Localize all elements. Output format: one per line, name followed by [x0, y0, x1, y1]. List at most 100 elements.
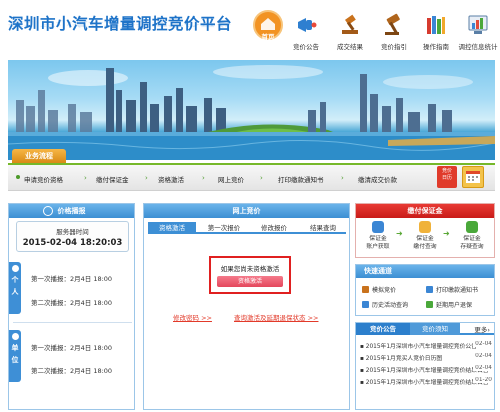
- step-online-bidding[interactable]: 网上竞价: [218, 174, 244, 184]
- clock-icon: [43, 206, 53, 216]
- nav-statistics-label: 调控信息统计: [458, 43, 498, 51]
- news-title: 2015年1月深圳市小汽车增量调控竞价公告: [365, 344, 477, 350]
- quick-deferred-refund[interactable]: 延期用户退保: [436, 300, 472, 309]
- nav-operation-guide[interactable]: 操作指南: [414, 12, 458, 56]
- news-title: 2015年1月竞买人竞价日历图: [365, 356, 443, 362]
- deposit-payment-query[interactable]: 保证金 缴付查询: [407, 221, 443, 251]
- step-apply-qualification[interactable]: 申请竞价资格: [24, 174, 63, 184]
- news-date: 02-04: [473, 353, 492, 359]
- quick-access-panel: 快速通道 模拟竞价 打印缴款通知书 历史活动查询 延期用户退保: [355, 264, 495, 316]
- news-title: 2015年1月深圳市小汽车增量调控竞价结果公告: [365, 368, 489, 374]
- activate-qualification-button[interactable]: 资格激活: [217, 276, 283, 287]
- calendar-label-2: 日历: [441, 175, 452, 181]
- nav-bid-announcement[interactable]: 竞价公告: [284, 12, 328, 56]
- step-pay-deposit[interactable]: 缴付保证金: [96, 174, 129, 184]
- step-activate-qualification[interactable]: 资格激活: [158, 174, 184, 184]
- unit-tab-dot-icon: [11, 333, 19, 340]
- nav-statistics[interactable]: 调控信息统计: [456, 12, 500, 56]
- news-item[interactable]: ▪ 2015年1月深圳市小汽车增量调控竞价公告 02-04: [360, 341, 492, 351]
- price-report-panel: 价格播报 服务器时间 2015-02-04 18:20:03 个人 第一次播报：…: [8, 203, 135, 410]
- step-arrow-icon: ›: [341, 174, 344, 182]
- news-title: 2015年1月深圳市小汽车增量调控竞价结果公告: [365, 380, 489, 386]
- gavel-icon: [381, 12, 407, 38]
- megaphone-icon: [293, 12, 319, 38]
- step-arrow-icon: ›: [260, 174, 263, 182]
- personal-tab[interactable]: 个人: [9, 262, 21, 314]
- step-arrow-icon: ›: [202, 174, 205, 182]
- nav-deal-results-label: 成交结果: [337, 43, 363, 51]
- news-date: 01-20: [473, 377, 492, 383]
- deposit-item-line1: 保证金: [463, 236, 481, 242]
- arrow-right-icon: ➜: [396, 229, 403, 238]
- gavel-hammer-icon: [337, 12, 363, 38]
- deposit-item-line1: 保证金: [369, 236, 387, 242]
- quick-history-query[interactable]: 历史活动查询: [372, 300, 408, 309]
- step-print-payment-notice[interactable]: 打印缴款通知书: [278, 174, 324, 184]
- step-bullet-icon: [16, 175, 20, 179]
- divider: [13, 322, 132, 323]
- server-time-value: 2015-02-04 18:20:03: [22, 238, 123, 248]
- business-flow-tab: 业务流程: [12, 149, 66, 163]
- deposit-item-line2: 存疑查询: [460, 244, 484, 250]
- news-date: 02-04: [473, 341, 492, 347]
- refund-icon: [426, 301, 433, 308]
- site-header: 深圳市小汽车增量调控竞价平台 深圳市小汽车增量调控竞价平台 首页 竞价公告 成交…: [0, 0, 500, 58]
- announcement-tabs: 竞价公告 竞价须知 更多›: [356, 323, 494, 335]
- business-process-bar: 申请竞价资格 › 缴付保证金 › 资格激活 › 网上竞价 › 打印缴款通知书 ›…: [8, 163, 495, 191]
- change-password-link[interactable]: 修改密码 >>: [173, 312, 212, 322]
- more-link[interactable]: 更多›: [474, 324, 490, 334]
- calendar-grid-icon[interactable]: [462, 166, 484, 188]
- tab-result-query[interactable]: 结果查询: [300, 222, 346, 234]
- history-icon: [362, 301, 369, 308]
- query-icon: [466, 221, 478, 233]
- account-icon: [372, 221, 384, 233]
- deposit-item-line2: 缴付查询: [413, 244, 437, 250]
- calendar-label-1: 竞价: [441, 168, 452, 174]
- nav-deal-results[interactable]: 成交结果: [328, 12, 372, 56]
- activation-status-query-link[interactable]: 查询激活及延期退保状态 >>: [234, 312, 318, 322]
- more-label: 更多: [474, 326, 488, 334]
- nav-bid-announcement-label: 竞价公告: [293, 43, 319, 51]
- books-icon: [423, 12, 449, 38]
- step-arrow-icon: ›: [145, 174, 148, 182]
- payment-icon: [419, 221, 431, 233]
- bidding-tabs: 资格激活 第一次报价 修改报价 结果查询: [148, 222, 346, 234]
- tab-activate-qualification[interactable]: 资格激活: [148, 222, 196, 234]
- tab-modify-bid[interactable]: 修改报价: [252, 222, 296, 234]
- activation-notice-text: 如果您尚未资格激活: [220, 265, 280, 273]
- news-item[interactable]: ▪ 2015年1月竞买人竞价日历图 02-04: [360, 353, 492, 363]
- server-time-label: 服务器时间: [56, 228, 89, 236]
- deposit-account-get[interactable]: 保证金 账户获取: [360, 221, 396, 251]
- nav-bid-guide[interactable]: 竞价指引: [372, 12, 416, 56]
- news-date: 02-04: [473, 365, 492, 371]
- news-item[interactable]: ▪ 2015年1月深圳市小汽车增量调控竞价结果公告 01-20: [360, 377, 492, 387]
- city-skyline-banner: [8, 60, 495, 160]
- deposit-item-line2: 账户获取: [366, 244, 390, 250]
- quick-access-title: 快速通道: [356, 265, 494, 278]
- unit-tab[interactable]: 单位: [9, 330, 21, 382]
- print-icon: [426, 286, 433, 293]
- news-item[interactable]: ▪ 2015年1月深圳市小汽车增量调控竞价结果公告 02-04: [360, 365, 492, 375]
- bid-calendar-icon[interactable]: 竞价 日历: [437, 166, 457, 188]
- price-report-title: 价格播报: [57, 207, 86, 215]
- site-title-reflection: 深圳市小汽车增量调控竞价平台: [8, 19, 233, 28]
- deposit-doubt-query[interactable]: 保证金 存疑查询: [454, 221, 490, 251]
- tab-first-bid[interactable]: 第一次报价: [200, 222, 248, 234]
- quick-print-notice[interactable]: 打印缴款通知书: [436, 285, 478, 294]
- bar-chart-icon: [465, 12, 491, 38]
- personal-tab-dot-icon: [11, 265, 19, 272]
- server-time-box: 服务器时间 2015-02-04 18:20:03: [16, 221, 129, 252]
- announcement-panel: 竞价公告 竞价须知 更多› ▪ 2015年1月深圳市小汽车增量调控竞价公告 02…: [355, 322, 495, 410]
- unit-report-second: 第二次播报：2月4日 18:00: [31, 367, 113, 375]
- step-pay-transaction[interactable]: 缴清成交价款: [358, 174, 397, 184]
- tab-bid-notice[interactable]: 竞价须知: [410, 323, 460, 335]
- nav-bid-guide-label: 竞价指引: [381, 43, 407, 51]
- tab-bid-announcement[interactable]: 竞价公告: [356, 323, 410, 335]
- deposit-title: 缴付保证金: [356, 204, 494, 218]
- personal-report-first: 第一次播报：2月4日 18:00: [31, 275, 113, 283]
- unit-report-first: 第一次播报：2月4日 18:00: [31, 344, 113, 352]
- personal-tab-label: 个人: [11, 276, 19, 296]
- deposit-panel: 缴付保证金 保证金 账户获取 ➜ 保证金 缴付查询 ➜ 保证金 存疑查询: [355, 203, 495, 258]
- activation-notice-box: 如果您尚未资格激活 资格激活: [209, 256, 291, 294]
- quick-mock-bid[interactable]: 模拟竞价: [372, 285, 396, 294]
